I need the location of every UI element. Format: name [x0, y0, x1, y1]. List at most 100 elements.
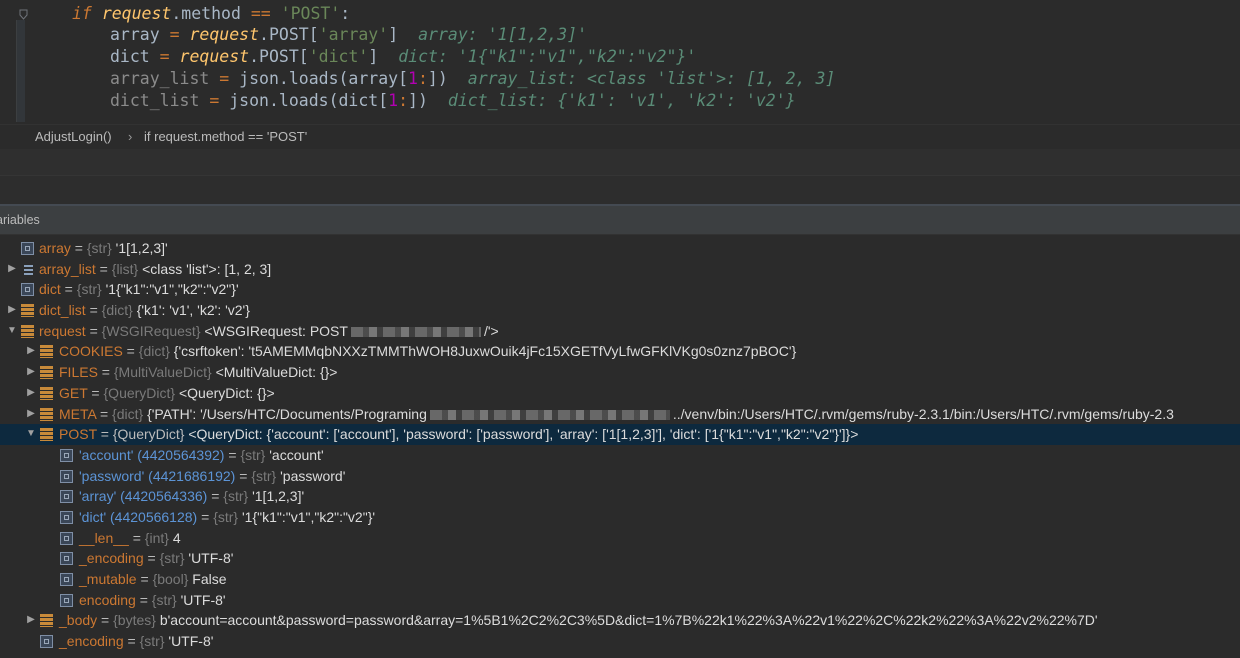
variable-name: array — [39, 240, 71, 256]
code-token: 1 — [408, 69, 418, 88]
code-token: 'dict' — [308, 47, 369, 66]
code-token: loads — [288, 69, 339, 88]
expand-arrow-icon[interactable]: ▶ — [25, 404, 37, 425]
variable-type: {str} — [86, 240, 112, 256]
equals-sign: = — [207, 488, 224, 505]
variable-row[interactable]: 'array' (4420564336) = {str} '1[1,2,3]' — [0, 486, 1240, 507]
variable-name: request — [39, 322, 86, 339]
variable-row[interactable]: array = {str} '1[1,2,3]' — [0, 238, 1240, 259]
code-token: = — [219, 69, 230, 88]
code-token: dict — [110, 47, 160, 66]
breadcrumb-function[interactable]: AdjustLogin() — [35, 125, 112, 149]
variable-row[interactable]: 'dict' (4420566128) = {str} '1{"k1":"v1"… — [0, 507, 1240, 528]
primitive-value-icon — [21, 283, 34, 297]
collapse-arrow-icon[interactable]: ▼ — [6, 321, 18, 342]
variable-row[interactable]: ▼ request = {WSGIRequest} <WSGIRequest: P… — [0, 321, 1240, 342]
variable-row[interactable]: _mutable = {bool} False — [0, 569, 1240, 590]
equals-sign: = — [135, 591, 152, 608]
variable-content: _encoding = {str} 'UTF-8' — [79, 548, 233, 569]
variable-name: dict_list — [39, 302, 86, 319]
expand-arrow-icon[interactable]: ▶ — [25, 383, 37, 404]
debugger-toolbar — [0, 149, 1240, 176]
expand-arrow-icon[interactable]: ▶ — [25, 341, 37, 362]
variable-content: 'array' (4420564336) = {str} '1[1,2,3]' — [79, 486, 304, 507]
object-value-icon — [21, 304, 34, 318]
expand-arrow-icon[interactable]: ▶ — [6, 259, 18, 280]
variable-row[interactable]: ▼ POST = {QueryDict} <QueryDict: {'accoun… — [0, 424, 1240, 445]
expand-arrow-icon[interactable]: ▶ — [25, 610, 37, 631]
variables-tree[interactable]: array = {str} '1[1,2,3]' ▶ array_list = {l… — [0, 238, 1240, 658]
variable-row[interactable]: ▶ _body = {bytes} b'account=account&passw… — [0, 610, 1240, 631]
code-token: request — [179, 47, 250, 66]
variable-row[interactable]: 'account' (4420564392) = {str} 'account' — [0, 445, 1240, 466]
code-line[interactable]: array = request.POST['array'] array: '1[1… — [110, 24, 587, 46]
primitive-value-icon — [60, 469, 73, 483]
variable-content: dict = {str} '1{"k1":"v1","k2":"v2"}' — [39, 279, 239, 300]
code-token: request — [189, 25, 260, 44]
equals-sign: = — [96, 426, 113, 443]
variable-row[interactable]: ▶ FILES = {MultiValueDict} <MultiValueDic… — [0, 362, 1240, 383]
code-token: ] — [368, 47, 379, 66]
variable-row[interactable]: __len__ = {int} 4 — [0, 528, 1240, 549]
variable-row[interactable]: encoding = {str} 'UTF-8' — [0, 590, 1240, 611]
variable-value: <QueryDict: {'account': ['account'], 'pa… — [188, 426, 859, 443]
code-token: request — [101, 4, 172, 23]
variable-name: POST — [59, 426, 97, 443]
variable-value: {'PATH': '/Users/HTC/Documents/Programin… — [147, 405, 427, 422]
equals-sign: = — [96, 405, 113, 422]
breadcrumb-separator: › — [128, 129, 133, 144]
variable-value: {'csrftoken': 't5AMEMMqbNXXzTMMThWOH8Jux… — [173, 343, 797, 360]
variable-value: False — [192, 571, 227, 587]
variable-value: 'password' — [280, 467, 346, 484]
variable-row[interactable]: _encoding = {str} 'UTF-8' — [0, 548, 1240, 569]
variable-value: <class 'list'>: [1, 2, 3] — [142, 260, 272, 277]
variable-name: 'account' (4420564392) — [79, 446, 225, 463]
code-token: == — [250, 4, 271, 23]
variable-type: {QueryDict} — [112, 426, 185, 443]
equals-sign: = — [143, 550, 160, 567]
code-token: = — [169, 25, 180, 44]
variable-content: _mutable = {bool} False — [79, 569, 227, 590]
variable-type: {list} — [111, 260, 139, 277]
variable-row[interactable]: ▶ array_list = {list} <class 'list'>: [1,… — [0, 259, 1240, 280]
code-token: .POST[ — [259, 25, 319, 44]
variable-row[interactable]: 'password' (4421686192) = {str} 'passwor… — [0, 466, 1240, 487]
expand-arrow-icon[interactable]: ▶ — [25, 362, 37, 383]
variable-name: encoding — [79, 591, 136, 608]
code-line[interactable]: array_list = json.loads(array[1:]) array_… — [110, 68, 835, 90]
code-line[interactable]: if request.method == 'POST': — [72, 3, 350, 25]
variable-row[interactable]: _encoding = {str} 'UTF-8' — [0, 631, 1240, 652]
primitive-value-icon — [60, 490, 73, 504]
primitive-value-icon — [21, 242, 34, 255]
variable-row[interactable]: dict = {str} '1{"k1":"v1","k2":"v2"}' — [0, 279, 1240, 300]
variable-content: _body = {bytes} b'account=account&passwo… — [59, 610, 1098, 631]
variable-type: {dict} — [101, 302, 133, 319]
code-line[interactable]: dict_list = json.loads(dict[1:]) dict_lis… — [110, 90, 796, 112]
variable-row[interactable]: ▶ dict_list = {dict} {'k1': 'v1', 'k2': '… — [0, 300, 1240, 321]
code-token: dict_list — [110, 91, 210, 110]
object-value-icon — [40, 428, 53, 442]
equals-sign: = — [60, 281, 77, 298]
variable-name: array_list — [39, 260, 96, 277]
variable-type: {int} — [144, 529, 169, 546]
variable-row[interactable]: ▶ META = {dict} {'PATH': '/Users/HTC/Docu… — [0, 404, 1240, 425]
breadcrumb-statement[interactable]: if request.method == 'POST' — [144, 125, 307, 149]
variable-content: dict_list = {dict} {'k1': 'v1', 'k2': 'v… — [39, 300, 250, 321]
variable-content: COOKIES = {dict} {'csrftoken': 't5AMEMMq… — [59, 341, 796, 362]
collapse-arrow-icon[interactable]: ▼ — [25, 424, 37, 445]
primitive-value-icon — [60, 510, 73, 524]
fold-marker-icon[interactable] — [19, 9, 28, 20]
variable-name: 'password' (4421686192) — [79, 467, 236, 484]
variable-row[interactable]: ▶ COOKIES = {dict} {'csrftoken': 't5AMEMM… — [0, 341, 1240, 362]
redacted-text — [350, 327, 481, 338]
variable-content: 'password' (4421686192) = {str} 'passwor… — [79, 466, 345, 487]
expand-arrow-icon[interactable]: ▶ — [6, 300, 18, 321]
code-line[interactable]: dict = request.POST['dict'] dict: '1{"k1"… — [110, 46, 696, 68]
equals-sign: = — [85, 302, 102, 319]
code-editor[interactable]: if request.method == 'POST': array = requ… — [0, 0, 1240, 124]
variable-row[interactable]: ▶ GET = {QueryDict} <QueryDict: {}> — [0, 383, 1240, 404]
variable-content: 'dict' (4420566128) = {str} '1{"k1":"v1"… — [79, 507, 375, 528]
